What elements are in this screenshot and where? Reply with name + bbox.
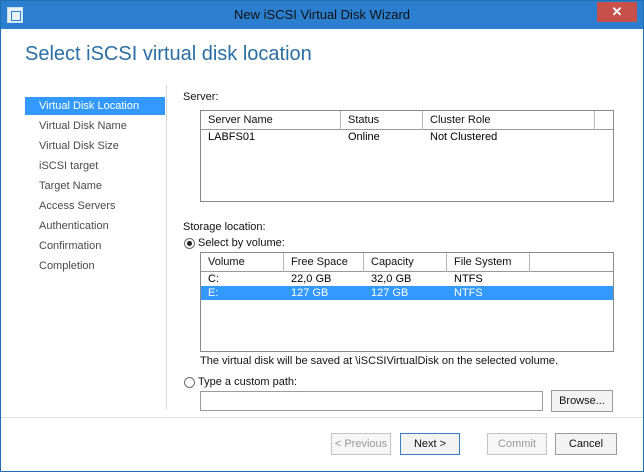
table-row[interactable]: C: 22,0 GB 32,0 GB NTFS [201,272,613,286]
next-button[interactable]: Next > [400,433,460,455]
free-space-cell: 22,0 GB [291,273,332,285]
sidebar-item-iscsi-target: iSCSI target [39,160,99,172]
storage-location-label: Storage location: [183,221,266,233]
file-system-cell: NTFS [454,273,483,285]
sidebar-item-completion: Completion [39,260,95,272]
column-header-capacity[interactable]: Capacity [364,253,447,272]
volume-cell: E: [208,287,219,299]
volume-list-header: Volume Free Space Capacity File System [201,253,613,272]
custom-path-radio[interactable] [184,377,195,388]
column-header-status[interactable]: Status [341,111,423,130]
table-row[interactable]: LABFS01 Online Not Clustered [201,130,613,144]
select-by-volume-label: Select by volume: [198,237,285,249]
sidebar-item-confirmation: Confirmation [39,240,102,252]
free-space-cell: 127 GB [291,287,329,299]
title-bar: New iSCSI Virtual Disk Wizard ✕ [1,1,643,29]
sidebar-item-virtual-disk-name: Virtual Disk Name [39,120,127,132]
column-header-file-system[interactable]: File System [447,253,530,272]
sidebar-item-authentication: Authentication [39,220,109,232]
header: Select iSCSI virtual disk location [1,29,643,85]
server-list[interactable]: Server Name Status Cluster Role LABFS01 … [200,110,614,202]
volume-cell: C: [208,273,219,285]
select-by-volume-radio[interactable] [184,238,195,249]
sidebar-item-virtual-disk-size: Virtual Disk Size [39,140,119,152]
server-name-cell: LABFS01 [208,131,256,143]
column-header-free-space[interactable]: Free Space [284,253,364,272]
custom-path-input[interactable] [200,391,543,411]
sidebar-item-target-name: Target Name [39,180,102,192]
server-cluster-role-cell: Not Clustered [430,131,498,143]
page-title: Select iSCSI virtual disk location [25,43,312,65]
main-content: Server: Server Name Status Cluster Role … [183,85,623,415]
commit-button[interactable]: Commit [487,433,547,455]
server-section-label: Server: [183,91,219,103]
table-row-selected[interactable]: E: 127 GB 127 GB NTFS [201,286,613,300]
capacity-cell: 32,0 GB [371,273,412,285]
capacity-cell: 127 GB [371,287,409,299]
browse-button[interactable]: Browse... [551,390,613,412]
volume-list[interactable]: Volume Free Space Capacity File System C… [200,252,614,352]
window-title: New iSCSI Virtual Disk Wizard [233,7,411,22]
cancel-button[interactable]: Cancel [555,433,617,455]
column-header-cluster-role[interactable]: Cluster Role [423,111,595,130]
server-list-header: Server Name Status Cluster Role [201,111,613,130]
wizard-steps-nav: Virtual Disk Location Virtual Disk Name … [1,85,167,409]
custom-path-label: Type a custom path: [198,376,298,388]
footer-divider [1,417,643,418]
column-header-server-name[interactable]: Server Name [201,111,341,130]
close-button[interactable]: ✕ [597,2,637,22]
previous-button[interactable]: < Previous [331,433,391,455]
server-status-cell: Online [348,131,380,143]
wizard-window: New iSCSI Virtual Disk Wizard ✕ Select i… [0,0,644,472]
sidebar-item-access-servers: Access Servers [39,200,116,212]
file-system-cell: NTFS [454,287,483,299]
save-location-note: The virtual disk will be saved at \iSCSI… [200,355,559,367]
column-header-volume[interactable]: Volume [201,253,284,272]
sidebar-item-virtual-disk-location[interactable]: Virtual Disk Location [25,97,165,115]
